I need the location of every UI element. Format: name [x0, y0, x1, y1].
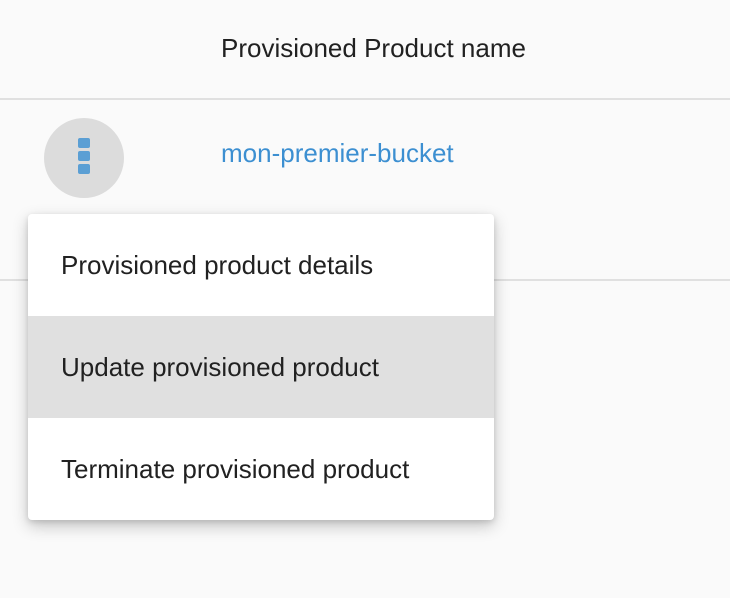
kebab-menu-icon	[78, 138, 90, 174]
column-header-provisioned-product-name[interactable]: Provisioned Product name	[221, 33, 526, 64]
row-actions-menu: Provisioned product details Update provi…	[28, 214, 494, 520]
menu-item-provisioned-product-details[interactable]: Provisioned product details	[28, 214, 494, 316]
menu-item-update-provisioned-product[interactable]: Update provisioned product	[28, 316, 494, 418]
page: Provisioned Product name mon-premier-buc…	[0, 0, 730, 598]
menu-item-terminate-provisioned-product[interactable]: Terminate provisioned product	[28, 418, 494, 520]
table-header-row: Provisioned Product name	[0, 0, 730, 100]
provisioned-product-link[interactable]: mon-premier-bucket	[221, 138, 454, 169]
row-actions-button[interactable]	[44, 118, 124, 198]
